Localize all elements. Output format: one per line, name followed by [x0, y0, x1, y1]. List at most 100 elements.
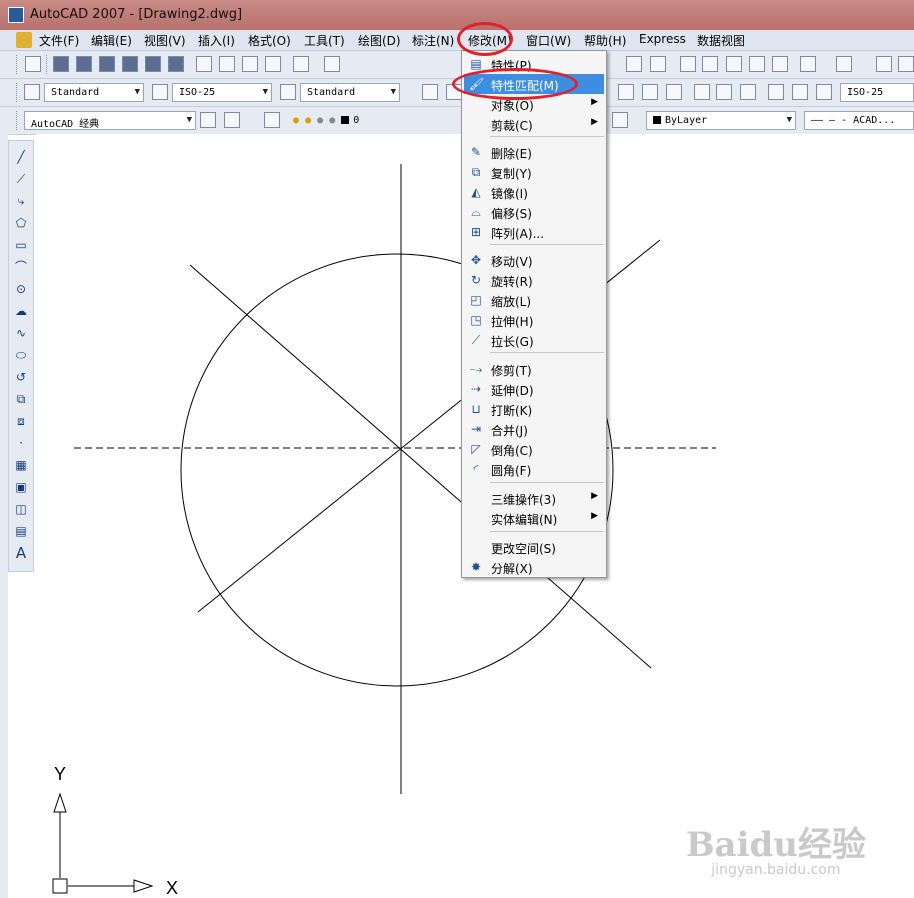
dim-style-select-right[interactable]: ISO-25 — [840, 83, 914, 102]
menu-view[interactable]: 视图(V) — [144, 32, 186, 49]
menu-item-mirror[interactable]: ◭ 镜像(I) — [464, 182, 604, 202]
menu-file[interactable]: 文件(F) — [39, 32, 79, 49]
menu-item-fillet[interactable]: ◜ 圆角(F) — [464, 459, 604, 479]
view-front-icon[interactable] — [145, 56, 161, 72]
spline-icon[interactable]: ∿ — [13, 325, 29, 341]
menu-express[interactable]: Express — [639, 32, 686, 46]
menu-item-clip[interactable]: 剪裁(C) ▶ — [464, 114, 604, 134]
dim-style-icon[interactable] — [152, 84, 168, 100]
layer-select[interactable]: ● ● ● ● 0 — [286, 111, 462, 130]
menu-item-match-properties[interactable]: 🖌 特性匹配(M) — [464, 74, 604, 94]
pan-icon[interactable] — [876, 56, 892, 72]
arc-icon[interactable]: ⌒ — [13, 259, 29, 275]
layer-previous-icon[interactable] — [612, 112, 628, 128]
workspace-save-icon[interactable] — [224, 112, 240, 128]
point-icon[interactable]: · — [13, 435, 29, 451]
line-tool-icon[interactable]: ╱ — [13, 149, 29, 165]
toolbar-grip[interactable] — [46, 55, 50, 74]
undo-icon[interactable] — [800, 56, 816, 72]
dim-tool-icon[interactable] — [618, 84, 634, 100]
menu-item-properties[interactable]: ▤ 特性(P) — [464, 54, 604, 74]
dim-baseline-icon[interactable] — [642, 84, 658, 100]
iso-ne-icon[interactable] — [242, 56, 258, 72]
ellipse-arc-icon[interactable]: ↺ — [13, 369, 29, 385]
color-select[interactable]: ByLayer ▼ — [646, 111, 796, 130]
redo-icon[interactable] — [836, 56, 852, 72]
menu-item-stretch[interactable]: ◳ 拉伸(H) — [464, 310, 604, 330]
view-back-icon[interactable] — [168, 56, 184, 72]
workspace-settings-icon[interactable] — [200, 112, 216, 128]
dim-continue-icon[interactable] — [666, 84, 682, 100]
view-right-icon[interactable] — [122, 56, 138, 72]
copy-clip-icon[interactable] — [702, 56, 718, 72]
revision-cloud-icon[interactable]: ☁ — [13, 303, 29, 319]
menu-tools[interactable]: 工具(T) — [304, 32, 345, 49]
tolerance-icon[interactable] — [716, 84, 732, 100]
menu-item-offset[interactable]: ⌓ 偏移(S) — [464, 202, 604, 222]
table-style-select[interactable]: Standard ▼ — [300, 83, 400, 102]
menu-insert[interactable]: 插入(I) — [198, 32, 235, 49]
iso-nw-icon[interactable] — [265, 56, 281, 72]
menu-data-view[interactable]: 数据视图 — [697, 32, 745, 49]
brush-icon[interactable] — [749, 56, 765, 72]
insert-block-icon[interactable]: ⧉ — [13, 391, 29, 407]
rectangle-icon[interactable]: ▭ — [13, 237, 29, 253]
menu-item-explode[interactable]: ✸ 分解(X) — [464, 557, 604, 577]
menu-item-chamfer[interactable]: ◸ 倒角(C) — [464, 439, 604, 459]
region-icon[interactable]: ◫ — [13, 501, 29, 517]
menu-item-solid-editing[interactable]: 实体编辑(N) ▶ — [464, 508, 604, 528]
view-top-icon[interactable] — [53, 56, 69, 72]
menu-item-trim[interactable]: ⤍ 修剪(T) — [464, 359, 604, 379]
make-block-icon[interactable]: ⧈ — [13, 413, 29, 429]
menu-item-break[interactable]: ⊔ 打断(K) — [464, 399, 604, 419]
workspace-select[interactable]: AutoCAD 经典 ▼ — [24, 111, 196, 130]
toolbar-grip[interactable] — [16, 55, 20, 74]
iso-se-icon[interactable] — [219, 56, 235, 72]
dim-style-select[interactable]: ISO-25 ▼ — [172, 83, 272, 102]
table-icon[interactable]: ▤ — [13, 523, 29, 539]
polygon-icon[interactable]: ⬠ — [13, 215, 29, 231]
view-left-icon[interactable] — [99, 56, 115, 72]
menu-item-rotate[interactable]: ↻ 旋转(R) — [464, 270, 604, 290]
menu-format[interactable]: 格式(O) — [248, 32, 291, 49]
paste-icon[interactable] — [726, 56, 742, 72]
zoom-icon[interactable] — [898, 56, 914, 72]
menu-item-object[interactable]: 对象(O) ▶ — [464, 94, 604, 114]
table-style-icon[interactable] — [280, 84, 296, 100]
toolbar-grip[interactable] — [16, 83, 20, 102]
camera-icon[interactable] — [293, 56, 309, 72]
construction-line-icon[interactable]: ⟋ — [13, 171, 29, 187]
multiline-text-icon[interactable]: A — [13, 545, 29, 561]
navigate-icon[interactable] — [324, 56, 340, 72]
gradient-icon[interactable]: ▣ — [13, 479, 29, 495]
dim-update-icon[interactable] — [816, 84, 832, 100]
menu-draw[interactable]: 绘图(D) — [358, 32, 401, 49]
layer-manager-icon[interactable] — [264, 112, 280, 128]
menu-item-lengthen[interactable]: ⟋ 拉长(G) — [464, 330, 604, 350]
menu-window[interactable]: 窗口(W) — [526, 32, 571, 49]
menu-item-copy[interactable]: ⧉ 复制(Y) — [464, 162, 604, 182]
polyline-icon[interactable]: ⤷ — [13, 193, 29, 209]
aligned-dim-icon[interactable] — [446, 84, 462, 100]
menu-item-erase[interactable]: ✎ 删除(E) — [464, 142, 604, 162]
view-bottom-icon[interactable] — [76, 56, 92, 72]
iso-sw-icon[interactable] — [196, 56, 212, 72]
menu-edit[interactable]: 编辑(E) — [91, 32, 132, 49]
toolbar-grip[interactable] — [16, 111, 20, 130]
center-mark-icon[interactable] — [740, 84, 756, 100]
autocad-app-icon[interactable] — [8, 7, 24, 23]
cut-icon[interactable] — [680, 56, 696, 72]
menu-item-move[interactable]: ✥ 移动(V) — [464, 250, 604, 270]
match-properties-tool-icon[interactable] — [772, 56, 788, 72]
dim-edit-icon[interactable] — [768, 84, 784, 100]
menu-item-change-space[interactable]: 更改空间(S) — [464, 537, 604, 557]
text-style-icon[interactable] — [24, 84, 40, 100]
menu-dimension[interactable]: 标注(N) — [412, 32, 454, 49]
menu-modify[interactable]: 修改(M) — [468, 32, 512, 49]
linetype-select[interactable]: —— — - ACAD... — [804, 111, 914, 130]
menu-help[interactable]: 帮助(H) — [584, 32, 626, 49]
qnew-icon[interactable] — [25, 56, 41, 72]
ellipse-icon[interactable]: ⬭ — [13, 347, 29, 363]
menu-item-join[interactable]: ⇥ 合并(J) — [464, 419, 604, 439]
linear-dim-icon[interactable] — [422, 84, 438, 100]
